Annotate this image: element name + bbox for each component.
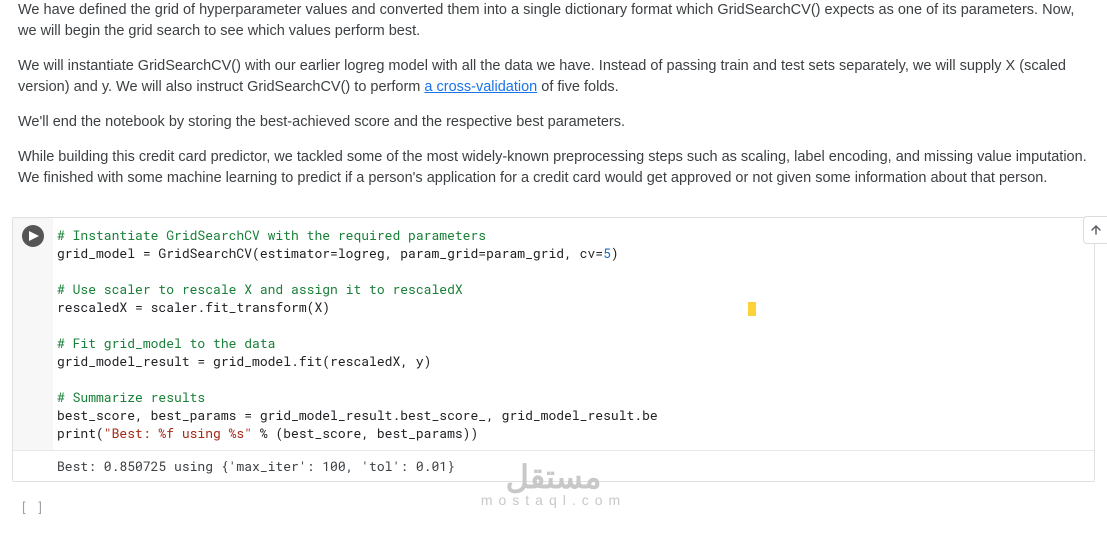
cross-validation-link[interactable]: a cross-validation — [424, 79, 537, 95]
cell-gutter — [13, 218, 53, 450]
paragraph: We have defined the grid of hyperparamet… — [18, 0, 1089, 42]
code-editor[interactable]: # Instantiate GridSearchCV with the requ… — [53, 218, 658, 450]
cell-output-side — [658, 218, 1094, 450]
cell-output-text: Best: 0.850725 using {'max_iter': 100, '… — [13, 450, 1094, 481]
execution-count: [ ] — [20, 498, 43, 516]
empty-cell-gutter: [ ] — [12, 492, 52, 516]
run-button[interactable] — [22, 225, 44, 247]
scroll-top-button[interactable] — [1083, 216, 1107, 244]
paragraph: While building this credit card predicto… — [18, 147, 1089, 189]
empty-code-cell[interactable]: [ ] — [12, 492, 1095, 516]
paragraph: We'll end the notebook by storing the be… — [18, 112, 1089, 133]
code-cell: # Instantiate GridSearchCV with the requ… — [12, 217, 1095, 482]
play-icon — [29, 231, 39, 241]
highlight-mark — [748, 302, 756, 316]
arrow-up-icon — [1090, 224, 1102, 236]
markdown-text: We have defined the grid of hyperparamet… — [0, 0, 1107, 217]
paragraph: We will instantiate GridSearchCV() with … — [18, 56, 1089, 98]
